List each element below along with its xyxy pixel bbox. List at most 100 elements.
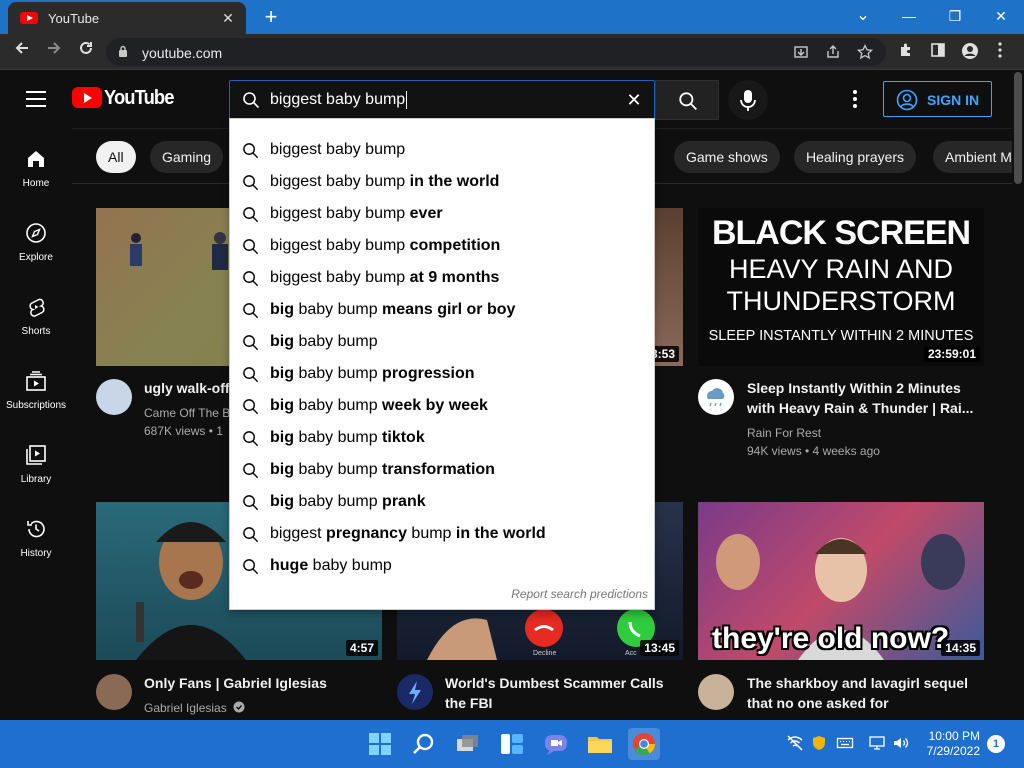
clear-search-icon[interactable]: ✕ <box>624 90 644 110</box>
chip-all[interactable]: All <box>96 141 136 173</box>
video-channel[interactable]: Rain For Rest <box>747 424 821 442</box>
hamburger-menu-icon[interactable] <box>26 91 46 107</box>
video-duration: 3:53 <box>655 346 679 362</box>
suggestion-text: big baby bump tiktok <box>270 429 425 447</box>
suggestion-text: big baby bump means girl or boy <box>270 301 515 319</box>
taskbar-search-icon[interactable] <box>408 728 440 760</box>
share-icon[interactable] <box>824 44 842 62</box>
network-icon[interactable] <box>786 734 804 752</box>
suggestion-completion: big <box>270 429 294 446</box>
task-view-icon[interactable] <box>452 728 484 760</box>
video-thumbnail-sharkboy[interactable]: they're old now? 14:35 <box>698 502 984 660</box>
search-suggestion-item[interactable]: huge baby bump <box>230 551 654 583</box>
minimize-button[interactable]: — <box>886 4 932 28</box>
side-panel-icon[interactable] <box>928 42 948 62</box>
channel-avatar-gabriel-iglesias[interactable] <box>96 674 132 710</box>
search-suggestion-item[interactable]: big baby bump transformation <box>230 455 654 487</box>
teams-chat-icon[interactable] <box>540 728 572 760</box>
search-suggestion-item[interactable]: big baby bump <box>230 327 654 359</box>
search-suggestion-item[interactable]: biggest baby bump <box>230 135 654 167</box>
search-button[interactable] <box>655 80 719 120</box>
tab-close-icon[interactable]: ✕ <box>218 8 238 28</box>
youtube-favicon-icon <box>20 12 38 24</box>
suggestion-typed-part: baby bump <box>294 397 378 414</box>
video-title[interactable]: Only Fans | Gabriel Iglesias <box>144 673 374 693</box>
search-suggestion-item[interactable]: big baby bump progression <box>230 359 654 391</box>
verified-check-icon <box>233 701 245 713</box>
rail-item-library[interactable]: Library <box>0 424 72 498</box>
bookmark-star-icon[interactable] <box>856 43 874 62</box>
suggestion-text: biggest pregnancy bump in the world <box>270 525 546 543</box>
video-title[interactable]: The sharkboy and lavagirl sequel that no… <box>747 673 987 713</box>
close-window-button[interactable]: ✕ <box>978 4 1024 28</box>
install-app-icon[interactable] <box>792 44 810 62</box>
rail-label: History <box>20 548 52 559</box>
voice-search-button[interactable] <box>728 80 768 120</box>
notification-badge[interactable]: 1 <box>987 735 1005 753</box>
video-channel[interactable]: Came Off The B <box>144 404 229 422</box>
rail-item-history[interactable]: History <box>0 498 72 572</box>
rail-item-home[interactable]: Home <box>0 128 72 202</box>
rail-item-subscriptions[interactable]: Subscriptions <box>0 350 72 424</box>
profile-icon[interactable] <box>960 42 980 62</box>
chip-ambient[interactable]: Ambient M <box>933 141 1012 173</box>
chrome-taskbar-icon[interactable] <box>628 728 660 760</box>
security-shield-icon[interactable] <box>810 734 828 752</box>
chip-gaming[interactable]: Gaming <box>150 141 224 173</box>
video-title[interactable]: ugly walk-offs <box>144 378 229 398</box>
suggestion-typed-part: biggest baby bump <box>270 269 406 286</box>
forward-arrow-icon[interactable] <box>42 40 66 64</box>
search-suggestion-item[interactable]: big baby bump tiktok <box>230 423 654 455</box>
browser-menu-icon[interactable] <box>990 42 1010 62</box>
system-clock[interactable]: 10:00 PM 7/29/2022 <box>916 729 980 759</box>
compass-icon <box>26 223 46 243</box>
report-search-predictions-link[interactable]: Report search predictions <box>511 587 648 601</box>
restore-button[interactable]: ❐ <box>932 4 978 28</box>
url-text: youtube.com <box>142 45 223 61</box>
search-suggestion-item[interactable]: biggest baby bump at 9 months <box>230 263 654 295</box>
channel-avatar-sharkboy[interactable] <box>698 674 734 710</box>
chip-healing-prayers[interactable]: Healing prayers <box>794 141 917 173</box>
rail-item-shorts[interactable]: Shorts <box>0 276 72 350</box>
reload-icon[interactable] <box>74 40 98 64</box>
suggestion-completion: means girl or boy <box>377 301 516 318</box>
search-suggestion-item[interactable]: biggest baby bump in the world <box>230 167 654 199</box>
search-suggestion-item[interactable]: biggest baby bump competition <box>230 231 654 263</box>
search-suggestion-item[interactable]: big baby bump prank <box>230 487 654 519</box>
search-suggestion-item[interactable]: biggest pregnancy bump in the world <box>230 519 654 551</box>
settings-more-icon[interactable] <box>846 88 864 112</box>
tab-search-dropdown-icon[interactable]: ⌄ <box>840 4 886 28</box>
rail-item-explore[interactable]: Explore <box>0 202 72 276</box>
volume-icon[interactable] <box>892 734 910 752</box>
address-bar[interactable]: youtube.com <box>106 38 886 66</box>
page-scrollbar-thumb[interactable] <box>1014 72 1022 184</box>
extensions-puzzle-icon[interactable] <box>896 42 916 62</box>
video-thumbnail-partial[interactable]: 3:53 <box>655 208 683 366</box>
search-suggestion-item[interactable]: big baby bump week by week <box>230 391 654 423</box>
display-icon[interactable] <box>868 734 886 752</box>
file-explorer-icon[interactable] <box>584 728 616 760</box>
video-thumbnail-black-screen[interactable]: BLACK SCREEN HEAVY RAIN AND THUNDERSTORM… <box>698 208 984 366</box>
start-windows-icon[interactable] <box>364 728 396 760</box>
suggestion-text: biggest baby bump ever <box>270 205 443 223</box>
widgets-icon[interactable] <box>496 728 528 760</box>
new-tab-button[interactable]: + <box>258 4 284 30</box>
channel-avatar-scammer[interactable] <box>397 674 433 710</box>
video-title[interactable]: Sleep Instantly Within 2 Minutes with He… <box>747 378 977 418</box>
suggestion-completion: ever <box>405 205 443 222</box>
search-suggestion-item[interactable]: big baby bump means girl or boy <box>230 295 654 327</box>
video-duration: 4:57 <box>345 640 378 656</box>
video-channel[interactable]: Gabriel Iglesias <box>144 699 245 717</box>
tab-title: YouTube <box>48 11 100 26</box>
sign-in-button[interactable]: SIGN IN <box>883 81 992 117</box>
lock-icon[interactable] <box>118 45 128 57</box>
chip-game-shows[interactable]: Game shows <box>674 141 780 173</box>
channel-avatar-rain-for-rest[interactable] <box>698 379 734 415</box>
channel-avatar[interactable] <box>96 379 132 415</box>
search-suggestion-item[interactable]: biggest baby bump ever <box>230 199 654 231</box>
browser-tab-youtube[interactable]: YouTube ✕ <box>8 2 246 34</box>
back-arrow-icon[interactable] <box>10 40 34 64</box>
video-title[interactable]: World's Dumbest Scammer Calls the FBI <box>445 673 680 713</box>
keyboard-icon[interactable] <box>836 734 854 752</box>
search-input[interactable]: biggest baby bump ✕ <box>229 80 655 120</box>
